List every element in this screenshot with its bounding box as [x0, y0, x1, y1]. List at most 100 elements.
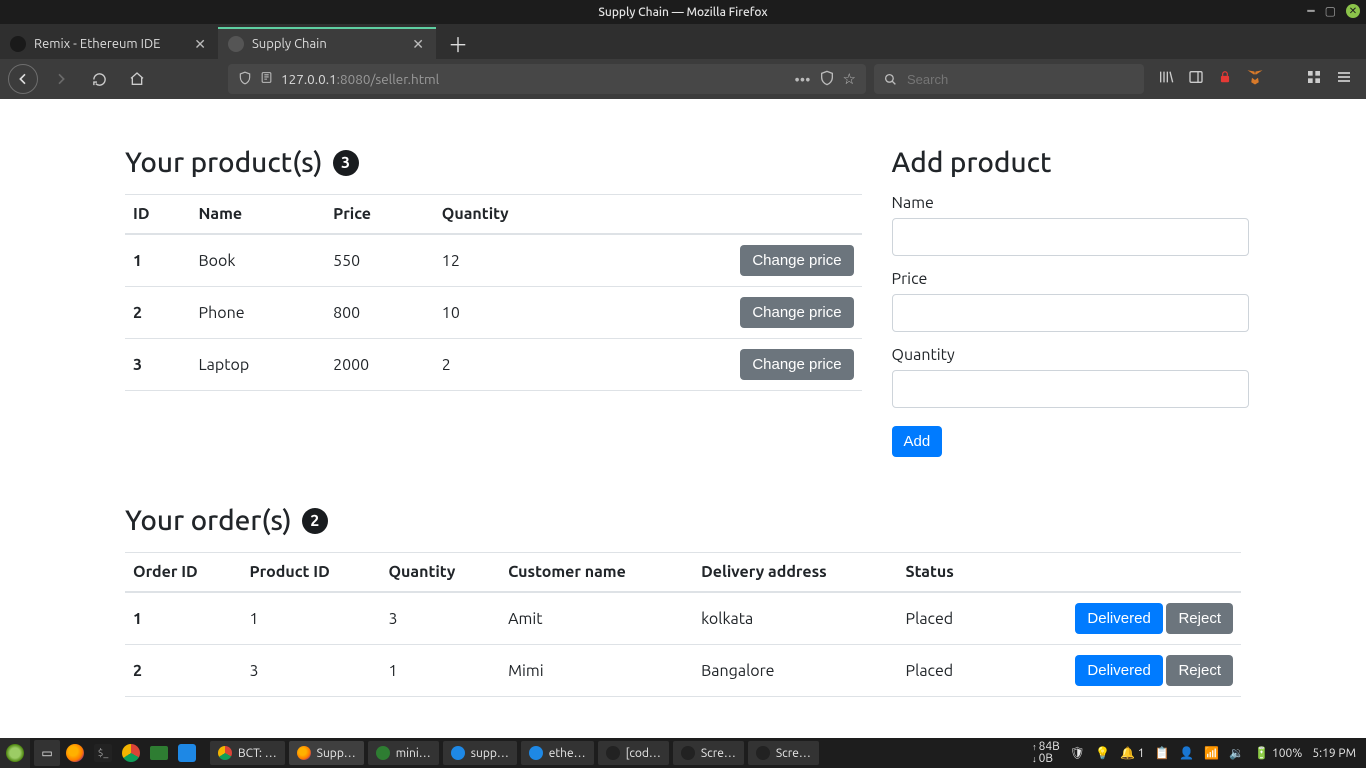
taskbar-task[interactable]: BCT: …: [210, 741, 285, 765]
show-desktop-icon[interactable]: ▭: [34, 740, 60, 766]
add-button[interactable]: Add: [892, 426, 943, 457]
col-order-id: Order ID: [125, 553, 242, 593]
tray-bulb-icon[interactable]: 💡: [1095, 746, 1110, 760]
url-bar[interactable]: 127.0.0.1:8080/seller.html ••• ☆: [228, 64, 866, 94]
taskbar-task[interactable]: supp…: [443, 741, 517, 765]
page-viewport[interactable]: Your product(s) 3 ID Name Price Quantity…: [0, 99, 1366, 738]
table-row: 1Book55012Change price: [125, 234, 862, 287]
page-favicon-icon: [228, 36, 244, 52]
reject-button[interactable]: Reject: [1166, 603, 1233, 634]
change-price-button[interactable]: Change price: [740, 349, 853, 380]
products-heading: Your product(s) 3: [125, 147, 862, 178]
col-actions: [601, 195, 862, 235]
firefox-launcher-icon[interactable]: [62, 740, 88, 766]
app-menu-icon[interactable]: [1336, 69, 1352, 89]
table-row: 3Laptop20002Change price: [125, 339, 862, 391]
delivered-button[interactable]: Delivered: [1075, 603, 1162, 634]
task-app-icon: [756, 746, 770, 760]
tray-sound-icon[interactable]: 🔉: [1229, 746, 1244, 760]
search-bar[interactable]: [874, 64, 1144, 94]
extension-lock-icon[interactable]: [1218, 70, 1232, 88]
cell-qty: 10: [434, 287, 601, 339]
vscode-launcher-icon[interactable]: [174, 740, 200, 766]
tab-close-icon[interactable]: ✕: [408, 36, 428, 53]
page-actions-icon[interactable]: •••: [794, 71, 810, 88]
bookmark-star-icon[interactable]: ☆: [843, 70, 856, 88]
tab-close-icon[interactable]: ✕: [190, 36, 210, 53]
table-row: 2Phone80010Change price: [125, 287, 862, 339]
remix-favicon-icon: [10, 36, 26, 52]
tray-clipboard-icon[interactable]: 📋: [1154, 746, 1169, 760]
network-speed-indicator[interactable]: ↑ 84B↓ 0B: [1032, 741, 1060, 765]
tray-clock[interactable]: 5:19 PM: [1312, 747, 1356, 760]
col-address: Delivery address: [693, 553, 897, 593]
window-close-icon[interactable]: ✕: [1346, 4, 1360, 18]
taskbar-task[interactable]: Supp…: [289, 741, 364, 765]
tracking-shield-icon[interactable]: [238, 71, 252, 88]
change-price-button[interactable]: Change price: [740, 245, 853, 276]
nav-home-button[interactable]: [122, 64, 152, 94]
task-app-icon: [376, 746, 390, 760]
quantity-input[interactable]: [892, 370, 1249, 408]
system-tray: ↑ 84B↓ 0B 🛡 💡 🔔 1 📋 👤 📶 🔉 🔋 100% 5:19 PM: [1022, 741, 1366, 765]
reader-mode-icon[interactable]: [819, 70, 835, 89]
taskbar-task[interactable]: ethe…: [521, 741, 594, 765]
library-icon[interactable]: [1158, 69, 1174, 89]
taskbar-task[interactable]: Scre…: [748, 741, 819, 765]
cell-order-id: 1: [125, 592, 242, 645]
extension-metamask-icon[interactable]: [1246, 68, 1264, 90]
extensions-icon[interactable]: [1306, 69, 1322, 89]
new-tab-button[interactable]: ＋: [436, 27, 480, 59]
nav-reload-button[interactable]: [84, 64, 114, 94]
taskbar-task[interactable]: mini…: [368, 741, 439, 765]
chrome-launcher-icon[interactable]: [118, 740, 144, 766]
search-input[interactable]: [905, 71, 1134, 88]
orders-heading: Your order(s) 2: [125, 505, 1241, 536]
mint-logo-icon: [6, 744, 24, 762]
cell-id: 3: [125, 339, 191, 391]
cell-customer: Mimi: [500, 645, 693, 697]
cell-qty: 3: [380, 592, 500, 645]
cell-qty: 1: [380, 645, 500, 697]
cell-product-id: 3: [242, 645, 381, 697]
change-price-button[interactable]: Change price: [740, 297, 853, 328]
tray-shield-icon[interactable]: 🛡: [1070, 746, 1085, 760]
os-taskbar: ▭ $_ BCT: … Supp… mini…supp…ethe… [cod… Scre…: [0, 738, 1366, 768]
cell-customer: Amit: [500, 592, 693, 645]
task-label: Supp…: [317, 747, 356, 760]
window-maximize-icon[interactable]: ▢: [1325, 4, 1336, 18]
price-input[interactable]: [892, 294, 1249, 332]
window-minimize-icon[interactable]: ━: [1307, 4, 1314, 18]
browser-tabstrip: Remix - Ethereum IDE ✕ Supply Chain ✕ ＋: [0, 24, 1366, 59]
price-label: Price: [892, 270, 1249, 288]
col-name: Name: [191, 195, 326, 235]
taskbar-task[interactable]: Scre…: [673, 741, 744, 765]
nav-forward-button[interactable]: [46, 64, 76, 94]
quantity-label: Quantity: [892, 346, 1249, 364]
tray-user-icon[interactable]: 👤: [1179, 746, 1194, 760]
cell-status: Placed: [898, 592, 991, 645]
delivered-button[interactable]: Delivered: [1075, 655, 1162, 686]
tray-wifi-icon[interactable]: 📶: [1204, 746, 1219, 760]
tab-remix[interactable]: Remix - Ethereum IDE ✕: [0, 27, 218, 59]
files-launcher-icon[interactable]: [146, 740, 172, 766]
start-menu-button[interactable]: [0, 738, 30, 768]
tray-bell-icon[interactable]: 🔔 1: [1120, 746, 1144, 760]
col-price: Price: [325, 195, 434, 235]
tab-supply-chain[interactable]: Supply Chain ✕: [218, 27, 436, 59]
task-app-icon: [451, 746, 465, 760]
task-label: [cod…: [626, 747, 661, 760]
reject-button[interactable]: Reject: [1166, 655, 1233, 686]
search-icon: [884, 73, 897, 86]
col-order-actions: [990, 553, 1241, 593]
taskbar-task[interactable]: [cod…: [598, 741, 669, 765]
cell-price: 800: [325, 287, 434, 339]
col-qty: Quantity: [380, 553, 500, 593]
site-identity-icon[interactable]: [260, 71, 273, 87]
tray-battery-icon[interactable]: 🔋 100%: [1254, 746, 1302, 760]
cell-name: Laptop: [191, 339, 326, 391]
terminal-launcher-icon[interactable]: $_: [90, 740, 116, 766]
nav-back-button[interactable]: [8, 64, 38, 94]
sidebar-icon[interactable]: [1188, 69, 1204, 89]
name-input[interactable]: [892, 218, 1249, 256]
